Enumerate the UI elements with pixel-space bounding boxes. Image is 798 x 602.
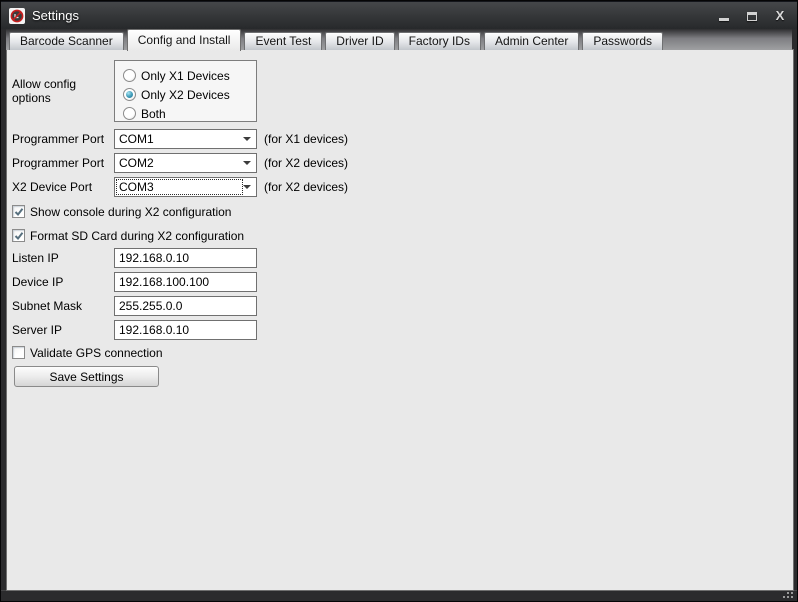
x2-device-port-label: X2 Device Port xyxy=(12,180,114,194)
checkbox-icon xyxy=(12,346,25,359)
listen-ip-label: Listen IP xyxy=(12,251,114,265)
x2-device-port-note: (for X2 devices) xyxy=(264,180,348,194)
radio-button-icon xyxy=(123,88,136,101)
radio-label: Only X2 Devices xyxy=(141,88,230,102)
tab-factory-ids[interactable]: Factory IDs xyxy=(398,32,481,50)
maximize-button[interactable] xyxy=(745,8,759,24)
config-and-install-panel: Allow config options Only X1 Devices Onl… xyxy=(6,49,794,591)
x2-device-port-dropdown[interactable]: COM3 xyxy=(114,177,257,197)
bottom-frame xyxy=(1,590,797,601)
show-console-label: Show console during X2 configuration xyxy=(30,205,231,219)
device-ip-field[interactable] xyxy=(114,272,257,292)
chevron-down-icon xyxy=(243,137,251,141)
programmer-port-x2-note: (for X2 devices) xyxy=(264,156,348,170)
device-ip-label: Device IP xyxy=(12,275,114,289)
app-icon xyxy=(9,8,25,24)
maximize-icon xyxy=(747,12,757,21)
listen-ip-row: Listen IP xyxy=(12,248,257,268)
subnet-mask-label: Subnet Mask xyxy=(12,299,114,313)
programmer-port-x1-label: Programmer Port xyxy=(12,132,114,146)
programmer-port-x1-row: Programmer Port COM1 (for X1 devices) xyxy=(12,129,348,149)
validate-gps-label: Validate GPS connection xyxy=(30,346,163,360)
dropdown-value: COM3 xyxy=(119,180,154,194)
programmer-port-x1-note: (for X1 devices) xyxy=(264,132,348,146)
x2-device-port-row: X2 Device Port COM3 (for X2 devices) xyxy=(12,177,348,197)
close-button[interactable]: X xyxy=(773,8,787,24)
tab-event-test[interactable]: Event Test xyxy=(244,32,322,50)
validate-gps-checkbox-row[interactable]: Validate GPS connection xyxy=(12,345,163,360)
programmer-port-x2-label: Programmer Port xyxy=(12,156,114,170)
programmer-port-x2-dropdown[interactable]: COM2 xyxy=(114,153,257,173)
allow-config-label: Allow config options xyxy=(12,77,114,105)
format-sd-checkbox-row[interactable]: Format SD Card during X2 configuration xyxy=(12,228,244,243)
radio-only-x1-devices[interactable]: Only X1 Devices xyxy=(123,67,256,84)
allow-config-groupbox: Only X1 Devices Only X2 Devices Both xyxy=(114,60,257,122)
minimize-button[interactable] xyxy=(717,8,731,24)
save-settings-button[interactable]: Save Settings xyxy=(14,366,159,387)
listen-ip-field[interactable] xyxy=(114,248,257,268)
radio-label: Only X1 Devices xyxy=(141,69,230,83)
radio-button-icon xyxy=(123,69,136,82)
tab-barcode-scanner[interactable]: Barcode Scanner xyxy=(9,32,124,50)
dropdown-value: COM1 xyxy=(119,132,154,146)
programmer-port-x1-dropdown[interactable]: COM1 xyxy=(114,129,257,149)
programmer-port-x2-row: Programmer Port COM2 (for X2 devices) xyxy=(12,153,348,173)
checkbox-icon xyxy=(12,229,25,242)
show-console-checkbox-row[interactable]: Show console during X2 configuration xyxy=(12,204,231,219)
tab-admin-center[interactable]: Admin Center xyxy=(484,32,579,50)
radio-only-x2-devices[interactable]: Only X2 Devices xyxy=(123,86,256,103)
allow-config-row: Allow config options Only X1 Devices Onl… xyxy=(12,60,257,122)
tab-config-and-install[interactable]: Config and Install xyxy=(127,29,242,51)
format-sd-label: Format SD Card during X2 configuration xyxy=(30,229,244,243)
device-ip-row: Device IP xyxy=(12,272,257,292)
checkbox-icon xyxy=(12,205,25,218)
subnet-mask-field[interactable] xyxy=(114,296,257,316)
radio-button-icon xyxy=(123,107,136,120)
settings-window: Settings X Barcode Scanner Config and In… xyxy=(0,0,798,602)
subnet-mask-row: Subnet Mask xyxy=(12,296,257,316)
radio-both[interactable]: Both xyxy=(123,105,256,122)
window-title: Settings xyxy=(32,8,79,23)
tab-passwords[interactable]: Passwords xyxy=(582,32,663,50)
server-ip-field[interactable] xyxy=(114,320,257,340)
tab-driver-id[interactable]: Driver ID xyxy=(325,32,394,50)
tab-strip: Barcode Scanner Config and Install Event… xyxy=(6,29,792,50)
chevron-down-icon xyxy=(243,185,251,189)
title-bar[interactable]: Settings X xyxy=(1,1,797,29)
minimize-icon xyxy=(719,18,729,21)
dropdown-value: COM2 xyxy=(119,156,154,170)
close-icon: X xyxy=(776,8,785,24)
radio-label: Both xyxy=(141,107,166,121)
chevron-down-icon xyxy=(243,161,251,165)
server-ip-label: Server IP xyxy=(12,323,114,337)
server-ip-row: Server IP xyxy=(12,320,257,340)
